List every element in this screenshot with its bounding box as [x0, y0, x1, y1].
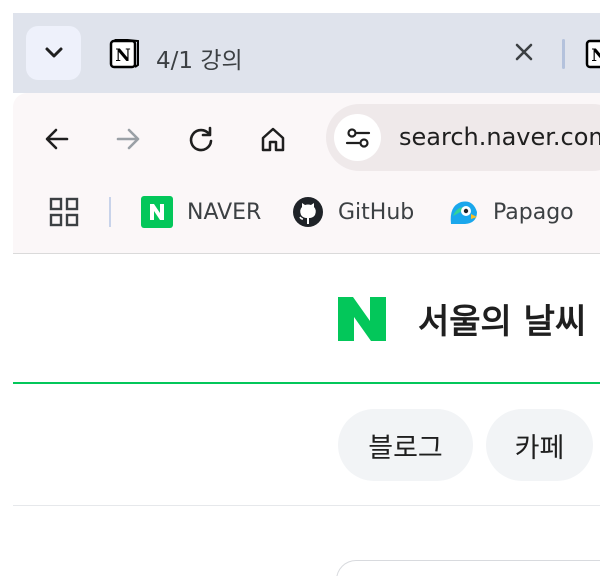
site-info-button[interactable]	[334, 114, 381, 161]
bookmarks-divider	[109, 197, 111, 227]
notion-icon: N	[109, 39, 139, 69]
back-button[interactable]	[35, 117, 79, 161]
bookmark-github[interactable]: GitHub	[292, 194, 414, 230]
home-button[interactable]	[251, 117, 295, 161]
github-icon	[293, 197, 323, 227]
naver-icon	[141, 196, 173, 228]
svg-text:N: N	[115, 46, 131, 66]
content-card	[336, 560, 600, 576]
reload-button[interactable]	[179, 117, 223, 161]
arrow-left-icon	[45, 128, 69, 150]
reload-icon	[189, 126, 213, 152]
papago-icon	[450, 201, 477, 224]
apps-grid-icon[interactable]	[47, 195, 81, 229]
tab-search-button[interactable]	[26, 26, 81, 80]
home-icon	[261, 127, 285, 152]
notion-icon[interactable]: N	[585, 39, 600, 69]
tab-title: 4/1 강의	[156, 48, 243, 74]
tab-active[interactable]: N 4/1 강의	[95, 13, 555, 93]
tab-strip: N 4/1 강의 N	[13, 13, 600, 93]
arrow-right-icon	[116, 128, 140, 150]
tab-divider	[562, 39, 565, 69]
tab-blog[interactable]: 블로그	[338, 409, 473, 481]
tune-icon	[345, 127, 370, 148]
svg-text:N: N	[591, 46, 600, 66]
address-bar[interactable]: search.naver.com	[326, 104, 600, 171]
search-header-divider	[13, 382, 600, 384]
bookmark-label: GitHub	[338, 199, 415, 225]
bookmark-naver[interactable]: NAVER	[141, 194, 261, 230]
bookmark-label: Papago	[493, 199, 574, 225]
tab-cafe[interactable]: 카페	[486, 409, 593, 481]
toolbar-divider	[13, 253, 600, 254]
url-text[interactable]: search.naver.com	[399, 123, 600, 151]
naver-logo[interactable]	[338, 297, 386, 341]
chevron-down-icon	[45, 47, 62, 58]
close-icon[interactable]	[513, 41, 535, 63]
toolbar: search.naver.com NAVER GitHub Papago	[13, 93, 600, 254]
forward-button[interactable]	[106, 117, 150, 161]
page-title: 서울의 날씨	[418, 302, 587, 342]
content-divider	[13, 505, 600, 506]
bookmark-papago[interactable]: Papago	[447, 194, 574, 230]
bookmark-label: NAVER	[187, 199, 262, 225]
